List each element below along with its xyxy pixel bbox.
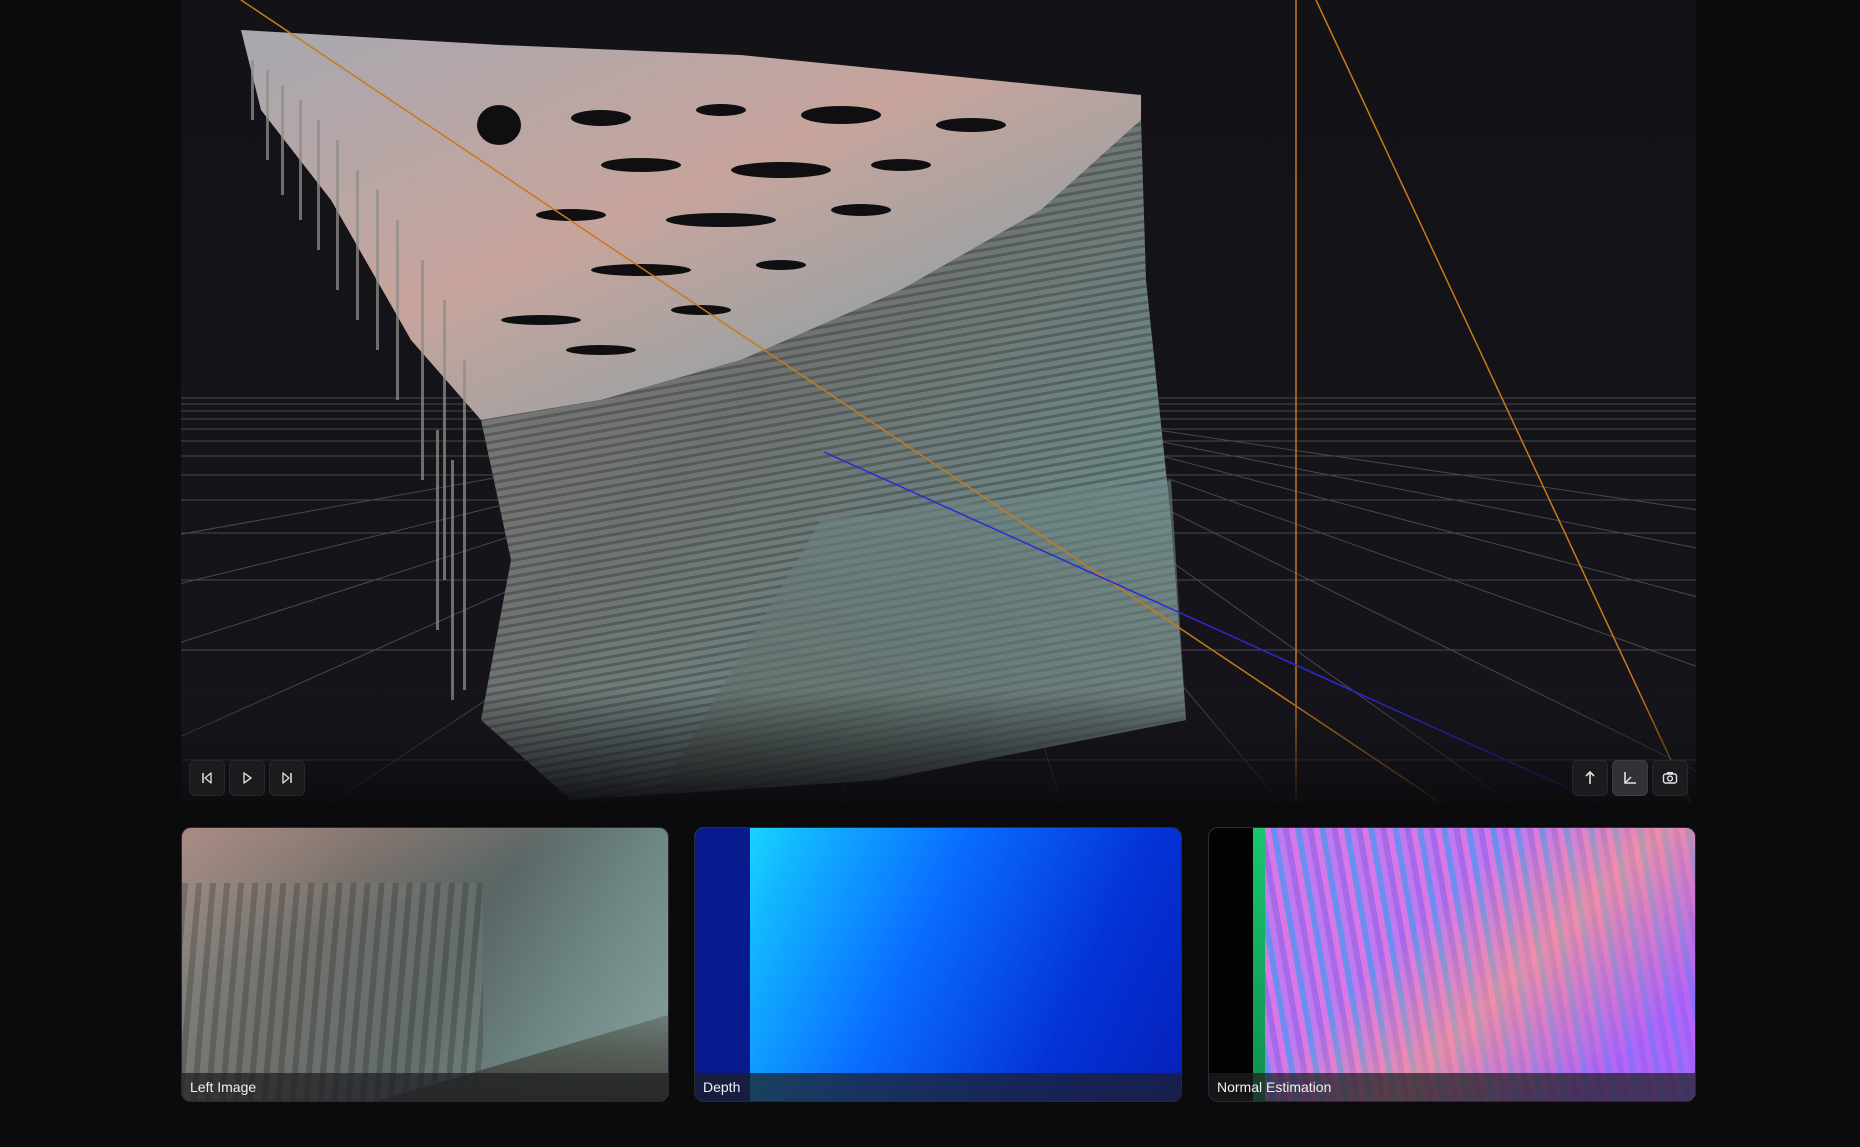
left-image-label: Left Image [182,1073,668,1101]
up-axis-button[interactable] [1572,760,1608,796]
normal-estimation-image [1209,828,1695,1101]
left-image-panel[interactable]: Left Image [181,827,669,1102]
step-forward-button[interactable] [269,760,305,796]
3d-scene[interactable] [181,0,1696,803]
arrow-up-icon [1585,770,1595,784]
depth-label: Depth [695,1073,1181,1101]
depth-image [695,828,1181,1101]
normal-estimation-label: Normal Estimation [1209,1073,1695,1101]
step-back-button[interactable] [189,760,225,796]
playback-toolbar [189,760,305,796]
step-forward-icon [282,772,292,784]
left-image-wall-texture [182,882,484,1101]
axes-toggle-button[interactable] [1612,760,1648,796]
left-image [182,828,668,1101]
3d-viewport[interactable] [181,0,1696,803]
axes-icon [1624,772,1636,784]
depth-panel[interactable]: Depth [694,827,1182,1102]
normal-estimation-panel[interactable]: Normal Estimation [1208,827,1696,1102]
play-icon [243,772,252,784]
depth-image-edge [695,828,750,1101]
camera-icon [1662,772,1678,784]
camera-view-button[interactable] [1652,760,1688,796]
step-back-icon [202,772,212,784]
view-toolbar [1572,760,1688,796]
play-button[interactable] [229,760,265,796]
point-cloud-viewer-app: Left Image Depth Normal Estimation [0,0,1860,1147]
normal-image-edge-green [1253,828,1265,1101]
